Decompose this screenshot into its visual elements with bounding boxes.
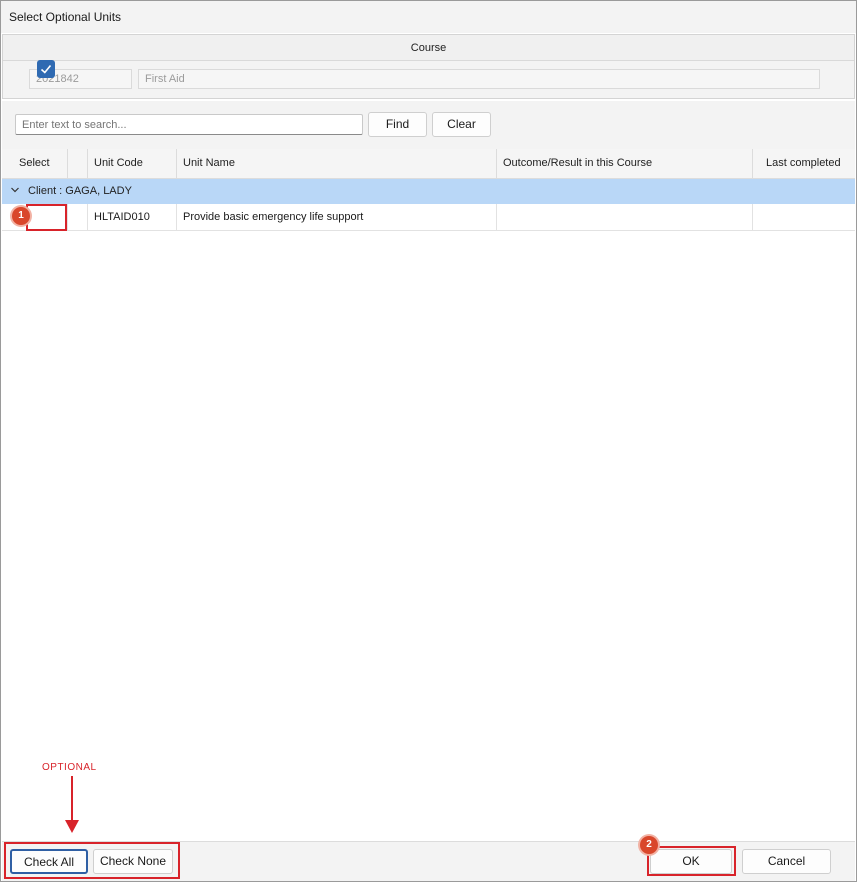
grid-header: Select Unit Code Unit Name Outcome/Resul… (2, 149, 855, 179)
find-button[interactable]: Find (368, 112, 427, 137)
course-header: Course (3, 35, 854, 61)
optional-label: OPTIONAL (42, 762, 97, 773)
course-panel: Course 2021842 First Aid (2, 34, 855, 99)
column-header-outcome[interactable]: Outcome/Result in this Course (497, 149, 753, 179)
check-icon (40, 64, 52, 74)
annotation-box-checkbox (26, 204, 67, 231)
title-bar[interactable]: Select Optional Units (1, 1, 856, 33)
outcome-cell (497, 204, 753, 230)
clear-button[interactable]: Clear (432, 112, 491, 137)
unit-name-cell: Provide basic emergency life support (177, 204, 497, 230)
group-label: Client : GAGA, LADY (28, 185, 132, 197)
cancel-button[interactable]: Cancel (742, 849, 831, 874)
column-header-select[interactable]: Select (2, 149, 68, 179)
course-name-field: First Aid (138, 69, 820, 89)
column-header-last-completed[interactable]: Last completed (753, 149, 855, 179)
annotation-box-ok (647, 846, 736, 876)
last-completed-cell (753, 204, 855, 230)
column-header-unit-code[interactable]: Unit Code (88, 149, 177, 179)
spacer-cell (68, 204, 88, 230)
chevron-down-icon[interactable] (10, 185, 20, 195)
unit-code-cell: HLTAID010 (88, 204, 177, 230)
search-input[interactable] (15, 114, 363, 135)
unit-select-checkbox[interactable] (37, 60, 55, 78)
annotation-arrow-line (71, 776, 73, 824)
annotation-box-check-buttons (4, 842, 180, 879)
table-row[interactable]: HLTAID010 Provide basic emergency life s… (2, 204, 855, 231)
column-header-spacer (68, 149, 88, 179)
select-optional-units-dialog: Select Optional Units Course 2021842 Fir… (0, 0, 857, 882)
annotation-marker-2: 2 (640, 836, 658, 854)
window-title: Select Optional Units (9, 10, 122, 24)
annotation-arrow-head (65, 820, 79, 833)
search-bar: Find Clear (2, 101, 855, 149)
units-grid: Select Unit Code Unit Name Outcome/Resul… (2, 149, 855, 841)
group-row[interactable]: Client : GAGA, LADY (2, 179, 855, 204)
column-header-unit-name[interactable]: Unit Name (177, 149, 497, 179)
annotation-marker-1: 1 (12, 207, 30, 225)
